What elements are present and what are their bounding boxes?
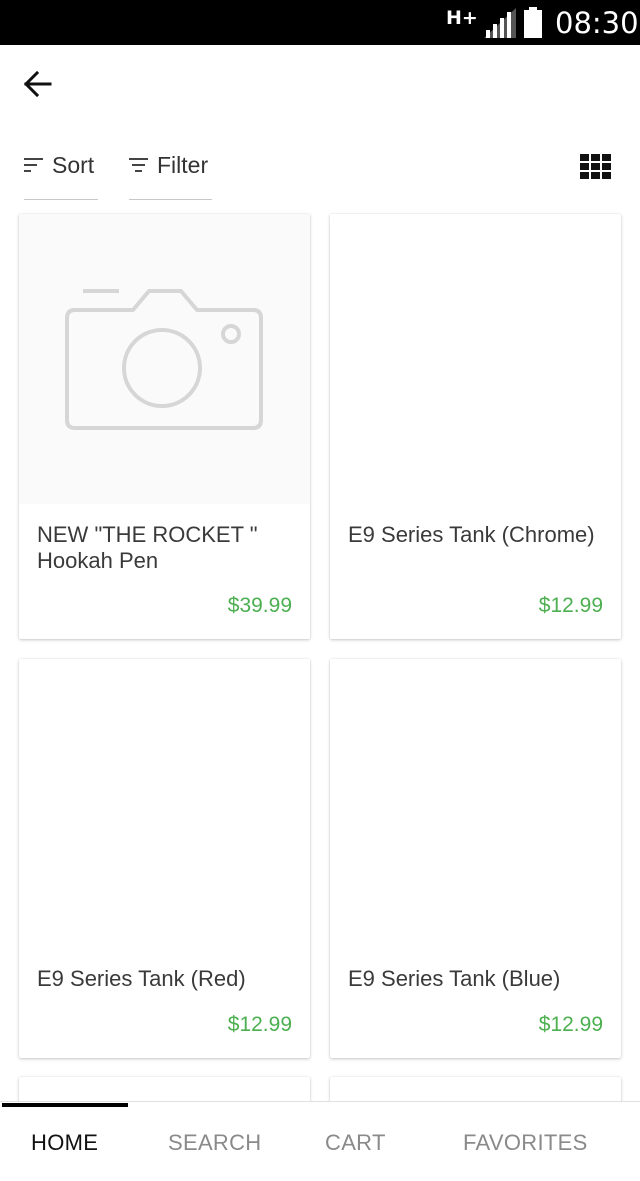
camera-placeholder-icon	[65, 289, 263, 430]
status-time: 08:30	[555, 6, 639, 40]
nav-home[interactable]: HOME	[31, 1130, 98, 1156]
product-image	[330, 214, 621, 504]
product-title: NEW "THE ROCKET " Hookah Pen	[37, 522, 258, 573]
nav-cart[interactable]: CART	[325, 1130, 386, 1156]
product-image	[19, 659, 310, 949]
product-image	[19, 214, 310, 504]
product-image	[330, 659, 621, 949]
back-arrow-icon[interactable]	[18, 64, 58, 104]
network-type: H+	[446, 7, 478, 29]
product-price: $12.99	[538, 594, 603, 617]
active-tab-indicator	[2, 1103, 128, 1107]
product-title: E9 Series Tank (Red)	[37, 966, 246, 991]
sort-label: Sort	[52, 152, 95, 178]
filter-button[interactable]: Filter	[129, 146, 212, 200]
battery-icon	[524, 7, 542, 38]
bottom-navigation: HOME SEARCH CART FAVORITES	[0, 1101, 640, 1181]
nav-search[interactable]: SEARCH	[168, 1130, 262, 1156]
product-price: $39.99	[227, 594, 292, 617]
product-card[interactable]: NEW "THE ROCKET " Hookah Pen $39.99	[19, 214, 310, 639]
filter-label: Filter	[157, 152, 209, 178]
product-card[interactable]: E9 Series Tank (Chrome) $12.99	[330, 214, 621, 639]
product-price: $12.99	[538, 1013, 603, 1036]
product-title: E9 Series Tank (Blue)	[348, 966, 561, 991]
nav-favorites[interactable]: FAVORITES	[463, 1130, 588, 1156]
status-bar: H+ 08:30	[0, 0, 640, 45]
sort-button[interactable]: Sort	[24, 146, 98, 200]
filter-icon	[129, 158, 148, 172]
signal-icon	[484, 8, 516, 38]
grid-view-icon[interactable]	[580, 154, 612, 180]
product-card[interactable]: E9 Series Tank (Blue) $12.99	[330, 659, 621, 1058]
product-card[interactable]: E9 Series Tank (Red) $12.99	[19, 659, 310, 1058]
product-price: $12.99	[227, 1013, 292, 1036]
sort-icon	[24, 158, 43, 172]
product-title: E9 Series Tank (Chrome)	[348, 522, 595, 547]
